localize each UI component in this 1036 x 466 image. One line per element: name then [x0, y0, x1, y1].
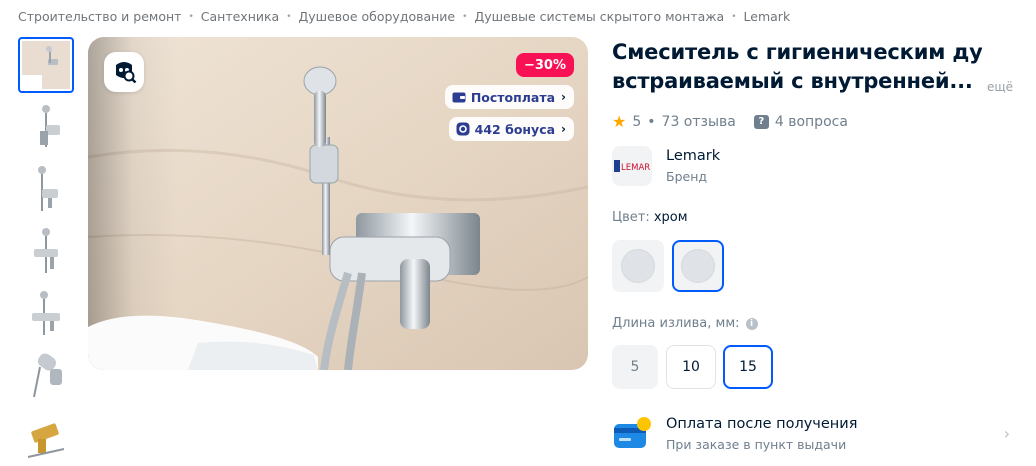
- payment-subtitle: При заказе в пункт выдачи: [666, 437, 847, 452]
- chevron-right-icon: ›: [561, 90, 566, 104]
- thumbnail-5[interactable]: [18, 285, 74, 341]
- breadcrumb: Строительство и ремонт • Сантехника • Ду…: [18, 9, 790, 24]
- brand-block[interactable]: LEMARK Lemark Бренд: [612, 146, 720, 186]
- breadcrumb-item[interactable]: Строительство и ремонт: [18, 9, 181, 24]
- product-title: Смеситель с гигиеническим душем встраива…: [612, 38, 982, 96]
- thumbnail-2[interactable]: [18, 99, 74, 155]
- chevron-right-icon: ›: [561, 122, 566, 136]
- question-icon: ?: [753, 114, 769, 129]
- payment-title: Оплата после получения: [666, 416, 858, 432]
- bonus-badge[interactable]: 442 бонуса ›: [448, 117, 574, 141]
- questions-link[interactable]: 4 вопроса: [775, 114, 848, 130]
- breadcrumb-separator-icon: •: [286, 11, 292, 22]
- product-title-line-1: Смеситель с гигиеническим душем: [612, 40, 982, 64]
- reviews-link[interactable]: 73 отзыва: [662, 114, 736, 130]
- thumbnail-3[interactable]: [18, 161, 74, 217]
- breadcrumb-item[interactable]: Душевое оборудование: [299, 9, 456, 24]
- product-photo[interactable]: −30% Постоплата › 442 бонуса ›: [88, 37, 588, 370]
- chevron-right-icon: ›: [1003, 424, 1010, 443]
- info-icon[interactable]: i: [745, 317, 758, 330]
- length-option-15-selected[interactable]: 15: [723, 345, 773, 389]
- star-icon: ★: [612, 112, 627, 131]
- postpay-badge[interactable]: Постоплата ›: [444, 85, 574, 109]
- color-value: хром: [653, 210, 688, 225]
- color-swatch-dot: [681, 249, 715, 283]
- thumbnail-strip: [18, 37, 74, 466]
- length-label: Длина излива, мм: i: [612, 316, 758, 331]
- thumbnail-4[interactable]: [18, 223, 74, 279]
- breadcrumb-separator-icon: •: [462, 11, 468, 22]
- bonus-coin-icon: [456, 122, 470, 136]
- brand-name[interactable]: Lemark: [666, 148, 720, 164]
- breadcrumb-separator-icon: •: [188, 11, 194, 22]
- bonus-label: 442 бонуса: [474, 121, 556, 137]
- color-swatch-dot: [621, 249, 655, 283]
- breadcrumb-item[interactable]: Душевые системы скрытого монтажа: [474, 9, 724, 24]
- rating-value: 5: [632, 113, 642, 130]
- breadcrumb-item[interactable]: Сантехника: [201, 9, 279, 24]
- title-expand-link[interactable]: ещё: [987, 80, 1013, 94]
- svg-text:LEMARK: LEMARK: [621, 163, 650, 173]
- color-swatch-1[interactable]: [612, 240, 664, 292]
- thumbnail-6[interactable]: [18, 347, 74, 403]
- thumbnail-7[interactable]: [18, 409, 74, 465]
- brand-logo: LEMARK: [612, 146, 652, 186]
- rating-row: ★ 5 • 73 отзыва ? 4 вопроса: [612, 112, 848, 131]
- breadcrumb-item[interactable]: Lemark: [744, 9, 791, 24]
- postpay-label: Постоплата: [470, 89, 556, 105]
- product-title-line-2: встраиваемый с внутренней...: [612, 69, 973, 93]
- discount-badge: −30%: [515, 53, 574, 77]
- rating-separator: •: [647, 113, 656, 130]
- thumbnail-1[interactable]: [18, 37, 74, 93]
- breadcrumb-separator-icon: •: [731, 11, 737, 22]
- length-option-5[interactable]: 5: [612, 345, 658, 389]
- postpay-info-row[interactable]: Оплата после получения При заказе в пунк…: [612, 412, 1024, 456]
- credit-card-icon: [614, 417, 651, 448]
- brand-caption: Бренд: [666, 169, 708, 184]
- image-search-button[interactable]: [104, 52, 144, 92]
- length-option-10[interactable]: 10: [666, 345, 716, 389]
- color-label: Цвет: хром: [612, 210, 688, 225]
- wallet-icon: [452, 92, 466, 103]
- color-swatch-2-selected[interactable]: [672, 240, 724, 292]
- image-search-icon: [116, 62, 137, 83]
